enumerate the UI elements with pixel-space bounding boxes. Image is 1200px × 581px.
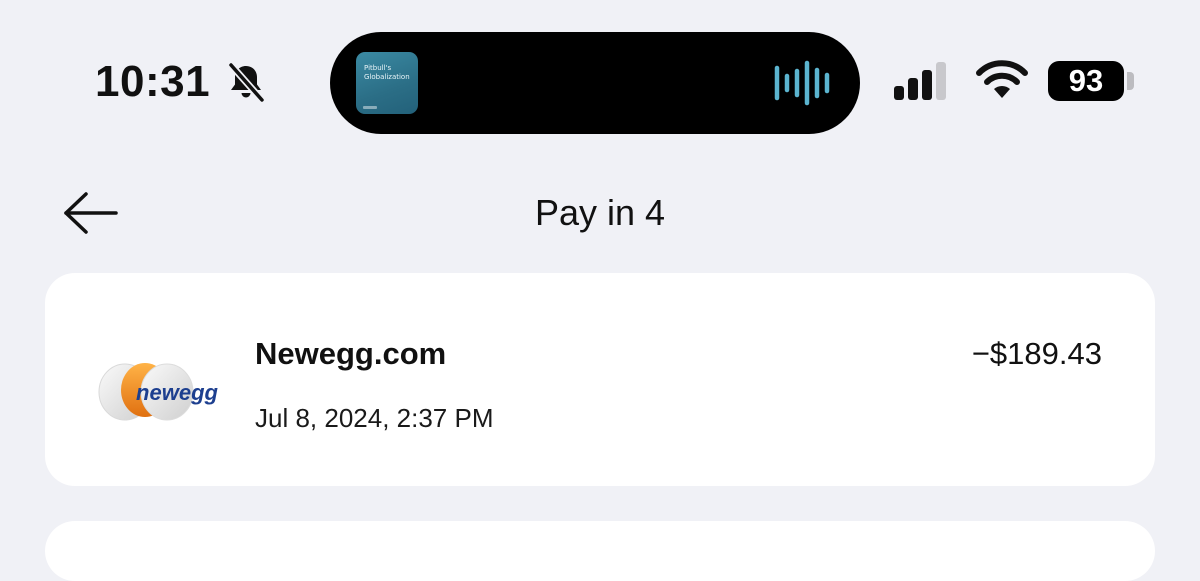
bell-slash-icon <box>227 61 266 104</box>
dynamic-island[interactable]: Pitbull's Globalization <box>330 32 860 134</box>
newegg-logo-text: newegg <box>136 380 218 405</box>
wifi-icon <box>976 60 1028 98</box>
album-art[interactable]: Pitbull's Globalization <box>356 52 418 114</box>
transaction-date: Jul 8, 2024, 2:37 PM <box>255 403 494 433</box>
battery-cap <box>1127 72 1134 90</box>
transaction-amount: −$189.43 <box>971 336 1102 371</box>
next-card[interactable] <box>45 521 1155 581</box>
merchant-name: Newegg.com <box>255 336 447 371</box>
transaction-card[interactable]: newegg Newegg.com Jul 8, 2024, 2:37 PM −… <box>45 273 1155 486</box>
status-time: 10:31 <box>95 57 211 106</box>
album-title: Pitbull's Globalization <box>364 64 410 81</box>
newegg-logo: newegg <box>98 363 219 421</box>
battery-indicator: 93 <box>1048 61 1124 101</box>
waveform-icon <box>774 60 830 106</box>
album-art-mark <box>363 106 377 109</box>
page-title: Pay in 4 <box>534 192 666 233</box>
cellular-signal-icon <box>894 62 946 100</box>
